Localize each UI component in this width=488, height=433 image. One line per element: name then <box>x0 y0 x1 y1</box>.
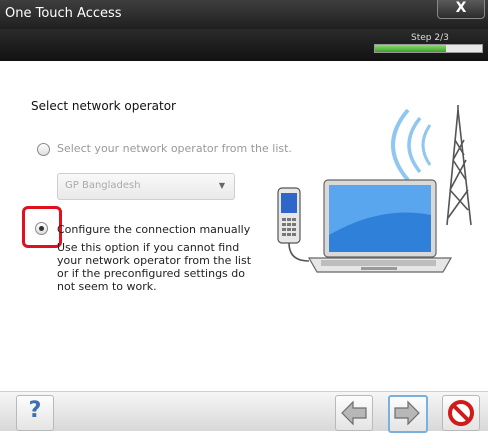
usb-cable-icon <box>288 242 310 262</box>
help-line: not seem to work. <box>57 280 157 293</box>
progress-fill <box>375 45 447 52</box>
step-indicator: Step 2/3 <box>411 33 449 43</box>
title-bar: One Touch Access X <box>0 0 488 29</box>
question-mark-icon: ? <box>28 398 42 423</box>
laptop-icon <box>307 179 453 273</box>
signal-waves-icon <box>391 108 432 182</box>
progress-bar <box>374 44 483 53</box>
arrow-left-icon <box>341 400 367 426</box>
mobile-phone-icon <box>277 187 301 244</box>
help-line: Use this option if you cannot find <box>57 241 240 254</box>
radio-select-from-list[interactable] <box>37 143 50 156</box>
window-title: One Touch Access <box>5 6 122 21</box>
chevron-down-icon: ▼ <box>218 181 225 190</box>
help-line: your network operator from the list <box>57 254 252 267</box>
network-illustration <box>277 105 472 273</box>
help-line: or if the preconfigured settings do <box>57 267 245 280</box>
red-highlight-box <box>22 206 62 248</box>
cancel-button[interactable] <box>442 395 480 431</box>
cancel-icon <box>448 400 474 426</box>
close-button[interactable]: X <box>437 0 485 19</box>
dropdown-selected-value: GP Bangladesh <box>65 180 141 191</box>
arrow-right-icon <box>394 400 420 426</box>
help-button[interactable]: ? <box>16 395 54 431</box>
page-heading: Select network operator <box>31 99 176 113</box>
next-button[interactable] <box>388 395 428 433</box>
network-operator-dropdown[interactable]: GP Bangladesh ▼ <box>57 173 235 200</box>
footer-bar: ? <box>0 391 488 433</box>
step-header: Step 2/3 <box>0 29 488 61</box>
manual-option-help-text: Use this option if you cannot find your … <box>57 241 252 293</box>
radio-configure-manually-label[interactable]: Configure the connection manually <box>57 223 250 236</box>
radio-select-from-list-label[interactable]: Select your network operator from the li… <box>57 142 292 155</box>
back-button[interactable] <box>335 395 373 431</box>
cell-tower-icon <box>446 105 472 226</box>
